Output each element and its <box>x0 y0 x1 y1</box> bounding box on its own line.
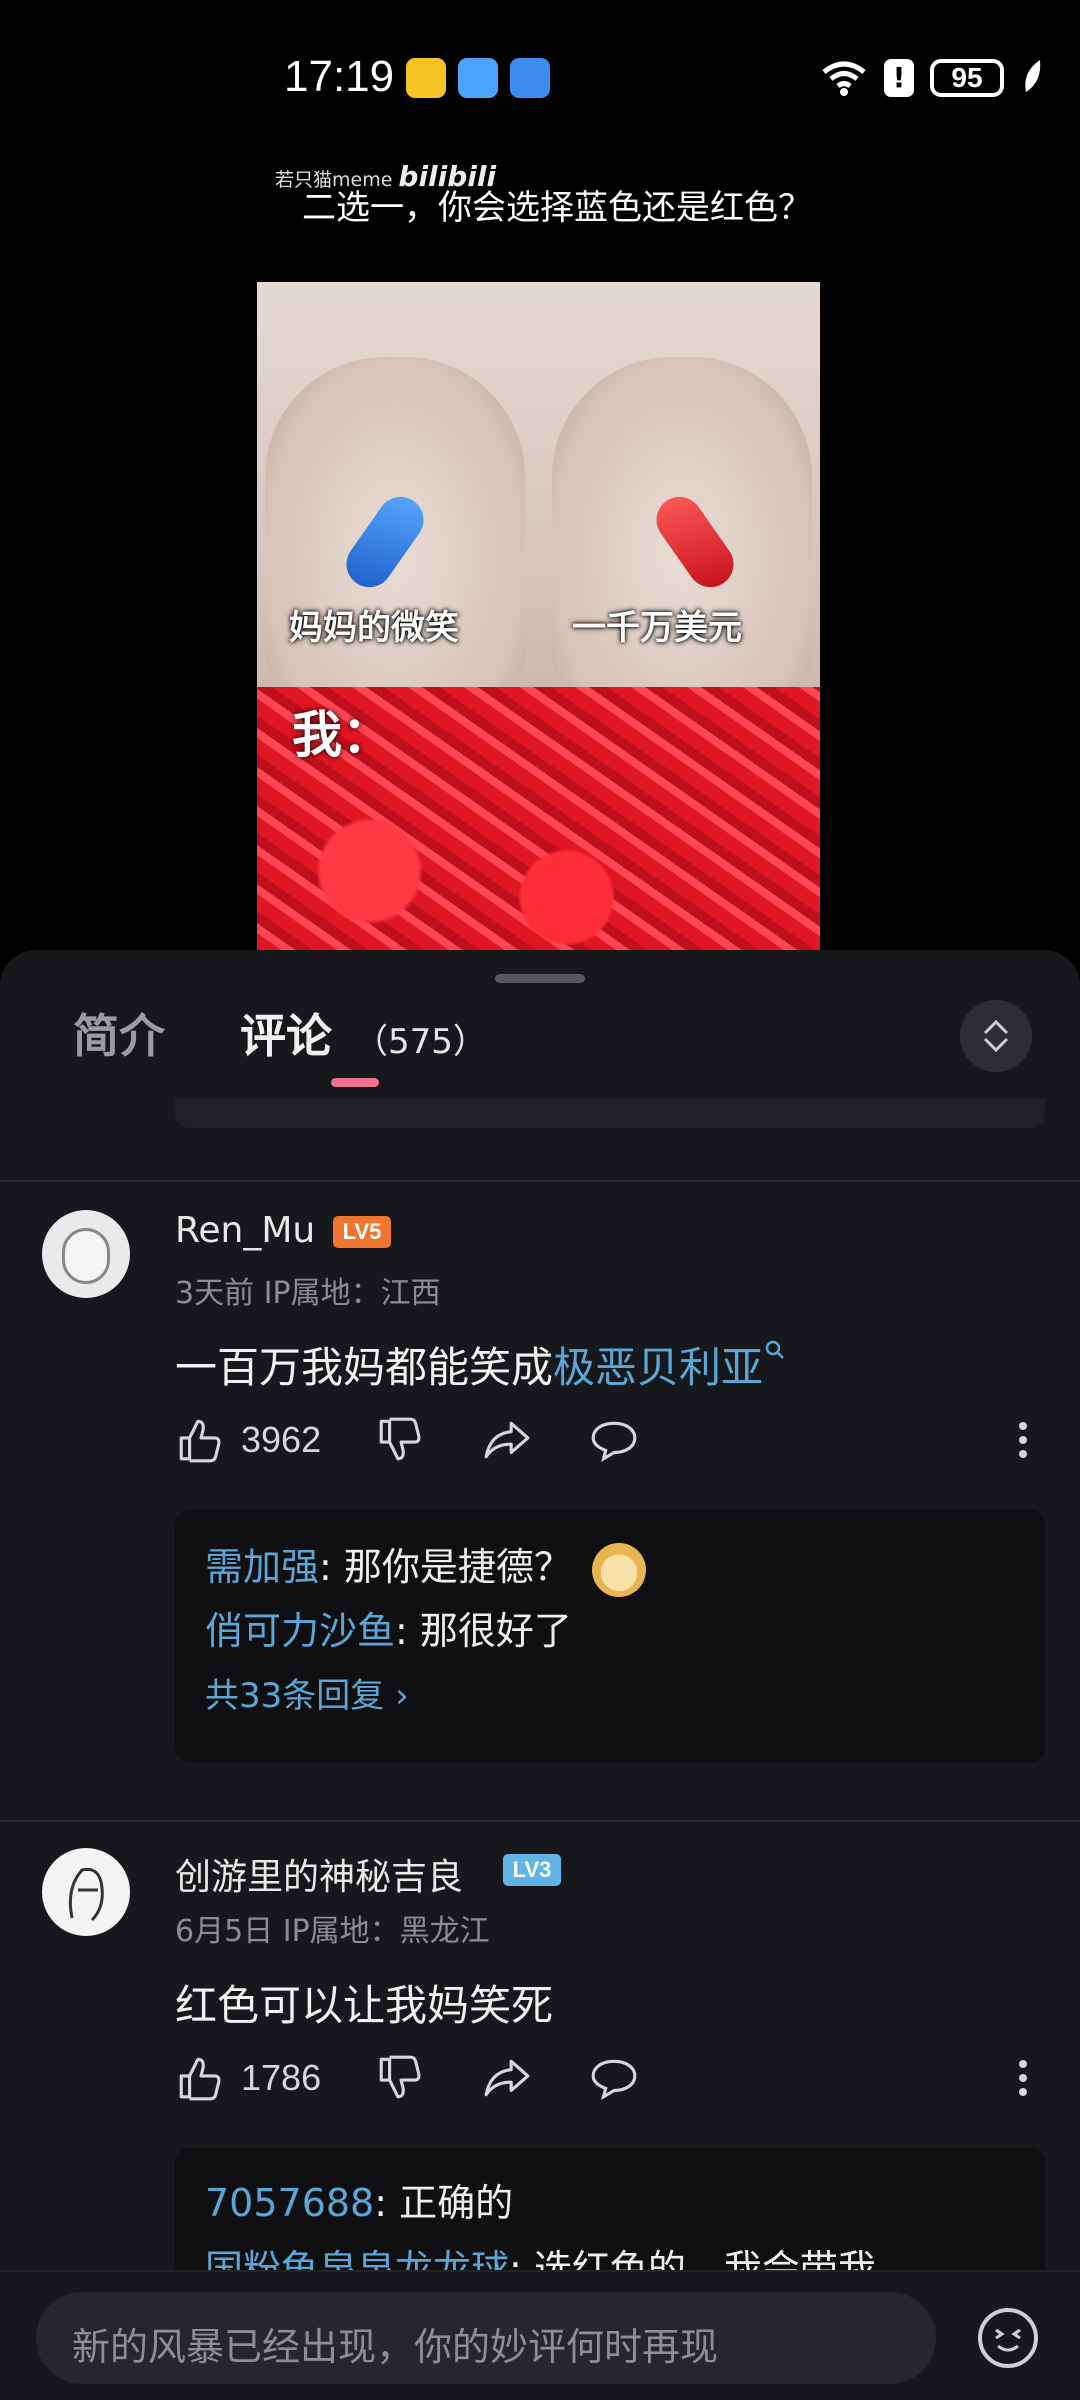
comment-ip: IP属地：江西 <box>263 1276 441 1311</box>
share-button[interactable] <box>482 2048 532 2108</box>
comment-username[interactable]: 创游里的神秘吉良 <box>175 1848 463 1900</box>
status-time: 17:19 <box>284 52 395 101</box>
reply-username[interactable]: 俏可力沙鱼 <box>205 1609 395 1653</box>
more-vertical-icon <box>1019 2060 1027 2096</box>
search-link[interactable]: 极恶贝利亚 <box>553 1343 763 1392</box>
divider <box>0 1820 1080 1822</box>
meme-pills-panel: 我： <box>257 687 820 950</box>
more-vertical-icon <box>1019 1422 1027 1458</box>
sketch-avatar-icon <box>68 1867 104 1922</box>
share-icon <box>484 1421 530 1459</box>
comments-sheet: 简介 评论 （575） Ren_Mu LV5 3天前 IP属地：江西 一百万我妈… <box>0 950 1080 2400</box>
notification-app-icon <box>406 58 446 98</box>
leaf-icon <box>1025 60 1041 92</box>
reply-button[interactable] <box>589 2048 639 2108</box>
comment-bubble-icon <box>591 2059 637 2101</box>
reply-line: 7057688: 正确的 <box>205 2172 513 2227</box>
divider <box>0 1180 1080 1182</box>
comment-text-plain: 一百万我妈都能笑成 <box>175 1343 554 1392</box>
view-all-replies-link[interactable]: 共33条回复 › <box>205 1668 409 1717</box>
reply-username[interactable]: 需加强 <box>205 1545 319 1589</box>
share-button[interactable] <box>482 1410 532 1470</box>
avatar-face <box>62 1228 110 1284</box>
weather-icon <box>458 58 498 98</box>
comment-text-plain: 红色可以让我妈笑死 <box>175 1981 554 2030</box>
video-caption: 二选一，你会选择蓝色还是红色？ <box>302 188 812 228</box>
level-badge: LV5 <box>333 1216 391 1248</box>
share-icon <box>484 2059 530 2097</box>
like-button[interactable]: 1786 <box>175 2048 321 2108</box>
reply-line: 俏可力沙鱼: 那很好了 <box>205 1600 572 1655</box>
chevron-down-icon <box>983 1037 1009 1053</box>
comment-time: 6月5日 <box>175 1914 274 1949</box>
previous-reply-box <box>175 1098 1045 1128</box>
comment-input-bar: 新的风暴已经出现，你的妙评何时再现 <box>0 2270 1080 2400</box>
emoji-button[interactable] <box>978 2308 1038 2368</box>
thumbs-down-icon <box>379 2055 421 2099</box>
more-button[interactable] <box>1015 1410 1031 1470</box>
like-count: 1786 <box>241 2057 322 2098</box>
me-label: 我： <box>292 706 392 764</box>
comment-time: 3天前 <box>175 1276 255 1311</box>
comment-ip: IP属地：黑龙江 <box>282 1914 490 1949</box>
video-header: 若只猫meme bilibili 二选一，你会选择蓝色还是红色？ <box>257 132 820 282</box>
expand-collapse-button[interactable] <box>960 1000 1032 1072</box>
thumbs-down-icon <box>379 1417 421 1461</box>
like-count: 3962 <box>241 1419 322 1460</box>
reply-line: 需加强: 那你是捷德？ <box>205 1536 646 1597</box>
video-player[interactable]: 若只猫meme bilibili 二选一，你会选择蓝色还是红色？ 妈妈的微笑 一千… <box>257 132 820 950</box>
emoji-icon <box>995 2328 1021 2352</box>
comment-count: （575） <box>354 1022 487 1062</box>
wifi-icon <box>822 61 866 96</box>
thumbs-up-icon <box>179 1419 221 1463</box>
thumbs-up-icon <box>179 2057 221 2101</box>
drag-handle[interactable] <box>495 974 585 983</box>
comment-meta: 6月5日 IP属地：黑龙江 <box>175 1906 490 1950</box>
comment-input[interactable]: 新的风暴已经出现，你的妙评何时再现 <box>36 2292 936 2384</box>
left-hand-label: 妈妈的微笑 <box>289 608 459 648</box>
reply-preview-box[interactable]: 需加强: 那你是捷德？ 俏可力沙鱼: 那很好了 共33条回复 › <box>175 1510 1045 1762</box>
comment-username[interactable]: Ren_Mu <box>175 1210 315 1251</box>
tab-comments[interactable]: 评论 <box>240 1000 332 1066</box>
meme-hands-panel: 妈妈的微笑 一千万美元 <box>257 282 820 687</box>
comment-text[interactable]: 红色可以让我妈笑死 <box>175 1972 553 2033</box>
right-hand-label: 一千万美元 <box>572 608 742 648</box>
comment-meta: 3天前 IP属地：江西 <box>175 1268 441 1312</box>
like-button[interactable]: 3962 <box>175 1410 321 1470</box>
chevron-up-icon <box>983 1019 1009 1035</box>
dislike-button[interactable] <box>375 2048 425 2108</box>
reply-text: : 那你是捷德？ <box>319 1545 572 1589</box>
alert-icon: ! <box>884 59 914 97</box>
game-controller-icon <box>510 58 550 98</box>
more-button[interactable] <box>1015 2048 1031 2108</box>
reply-button[interactable] <box>589 1410 639 1470</box>
comment-input-placeholder: 新的风暴已经出现，你的妙评何时再现 <box>72 2325 719 2369</box>
reply-username[interactable]: 7057688 <box>205 2181 374 2225</box>
doge-emoji-icon <box>591 1542 646 1597</box>
comment-bubble-icon <box>591 1421 637 1463</box>
comment-text[interactable]: 一百万我妈都能笑成极恶贝利亚 <box>175 1334 787 1395</box>
status-right: ! 95 <box>820 58 1044 98</box>
level-badge: LV3 <box>503 1854 561 1886</box>
action-row: 1786 <box>175 2048 1045 2108</box>
avatar[interactable] <box>42 1210 130 1298</box>
search-icon[interactable] <box>763 1338 787 1362</box>
tab-indicator <box>331 1078 379 1087</box>
battery-icon: 95 <box>930 59 1004 97</box>
avatar[interactable] <box>42 1848 130 1936</box>
dislike-button[interactable] <box>375 1410 425 1470</box>
reply-text: : 正确的 <box>374 2181 514 2225</box>
action-row: 3962 <box>175 1410 1045 1470</box>
status-bar: 17:19 ! 95 <box>0 0 1080 130</box>
tab-intro[interactable]: 简介 <box>73 1000 165 1066</box>
reply-text: : 那很好了 <box>395 1609 572 1653</box>
